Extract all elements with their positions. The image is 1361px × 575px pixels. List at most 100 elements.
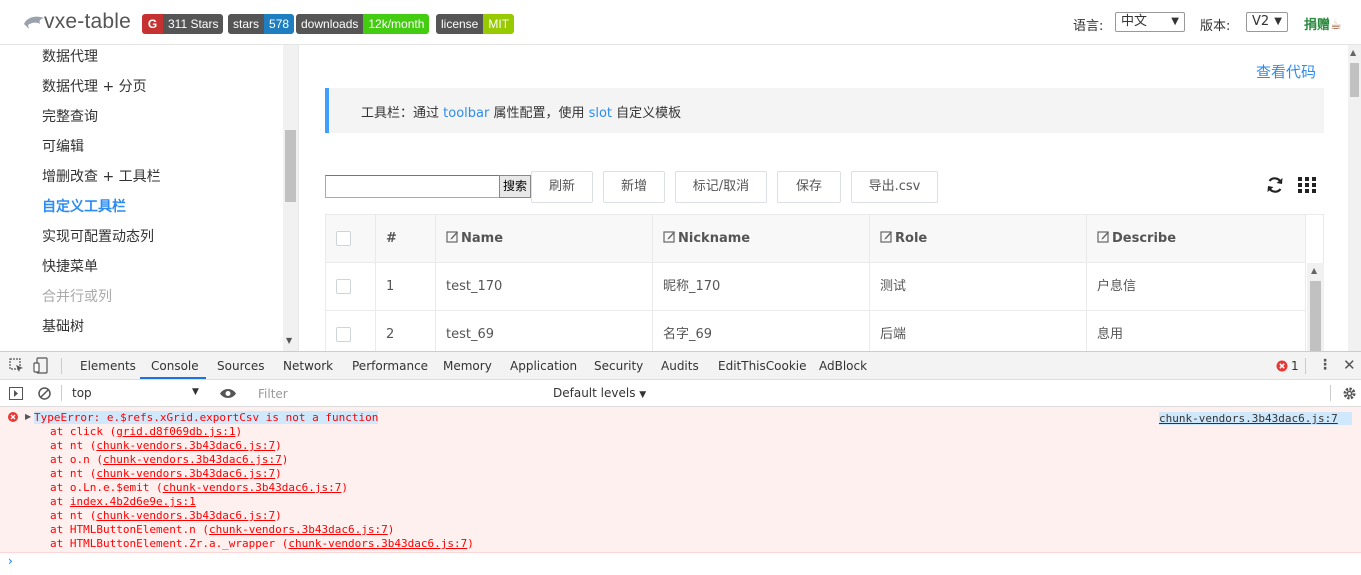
error-source-link[interactable]: chunk-vendors.3b43dac6.js:7 [1159, 412, 1352, 425]
context-select[interactable]: top ▼ [66, 383, 206, 403]
tab-security[interactable]: Security [594, 359, 643, 373]
eye-icon[interactable] [219, 388, 237, 399]
cell-nickname[interactable]: 昵称_170 [653, 263, 870, 311]
stack-link[interactable]: chunk-vendors.3b43dac6.js:7 [103, 453, 282, 466]
refresh-button[interactable]: 刷新 [531, 171, 593, 203]
select-all-checkbox[interactable] [336, 231, 351, 246]
header-nickname[interactable]: Nickname [653, 215, 870, 263]
more-options-icon[interactable]: ⋮ [1318, 357, 1332, 373]
header-role-label: Role [895, 231, 928, 246]
cell-role[interactable]: 后端 [870, 311, 1087, 351]
sidebar-item-full-query[interactable]: 完整查询 [42, 106, 98, 126]
scroll-down-arrow-icon[interactable]: ▼ [286, 336, 292, 345]
sidebar-item-crud-toolbar[interactable]: 增删改查 + 工具栏 [42, 166, 161, 186]
expand-triangle-icon[interactable]: ▶ [25, 412, 31, 421]
github-stars-badge[interactable]: G 311 Stars [142, 14, 224, 34]
console-error-message[interactable]: ▶ TypeError: e.$refs.xGrid.exportCsv is … [0, 407, 1361, 553]
stack-link[interactable]: index.4b2d6e9e.js:1 [70, 495, 196, 508]
sidebar-item-dynamic-columns[interactable]: 实现可配置动态列 [42, 226, 154, 246]
error-count[interactable]: 1 [1291, 359, 1299, 373]
row-checkbox[interactable] [336, 279, 351, 294]
tab-sources[interactable]: Sources [217, 359, 264, 373]
scroll-up-arrow-icon[interactable]: ▲ [1350, 48, 1356, 57]
grid-scroll-thumb[interactable] [1310, 281, 1321, 351]
stack-link[interactable]: chunk-vendors.3b43dac6.js:7 [96, 439, 275, 452]
close-icon[interactable]: ✕ [1343, 356, 1356, 374]
cell-name[interactable]: test_69 [436, 311, 653, 351]
cell-describe[interactable]: 息用 [1087, 311, 1306, 351]
tab-application[interactable]: Application [510, 359, 577, 373]
mark-cancel-button[interactable]: 标记/取消 [675, 171, 767, 203]
tab-adblock[interactable]: AdBlock [819, 359, 867, 373]
data-grid: # Name Nickname Role Describe 1 test_170… [325, 214, 1324, 351]
tab-audits[interactable]: Audits [661, 359, 699, 373]
sidebar-scroll-thumb[interactable] [285, 130, 296, 202]
sidebar-item-basic-tree[interactable]: 基础树 [42, 316, 84, 336]
settings-gear-icon[interactable] [1342, 386, 1357, 401]
stack-link[interactable]: chunk-vendors.3b43dac6.js:7 [96, 509, 275, 522]
cell-role[interactable]: 测试 [870, 263, 1087, 311]
grid-scrollbar[interactable]: ▲ [1307, 263, 1324, 351]
console-prompt-icon[interactable]: › [8, 554, 13, 568]
search-input[interactable] [325, 175, 500, 198]
table-row[interactable]: 1 test_170 昵称_170 测试 户息信 [326, 263, 1306, 311]
edit-icon [880, 231, 892, 243]
tab-performance[interactable]: Performance [352, 359, 428, 373]
tab-network[interactable]: Network [283, 359, 333, 373]
header-role[interactable]: Role [870, 215, 1087, 263]
header-describe[interactable]: Describe [1087, 215, 1306, 263]
filter-input[interactable]: Filter [249, 383, 545, 403]
sidebar-item-editable[interactable]: 可编辑 [42, 136, 84, 156]
dropdown-arrow-icon: ▼ [1171, 16, 1179, 27]
tab-memory[interactable]: Memory [443, 359, 492, 373]
stack-link[interactable]: chunk-vendors.3b43dac6.js:7 [288, 537, 467, 550]
sidebar-item-merge-cells[interactable]: 合并行或列 [42, 286, 112, 306]
edit-icon [446, 231, 458, 243]
sidebar-item-custom-toolbar[interactable]: 自定义工具栏 [42, 196, 126, 216]
header-name-label: Name [461, 231, 504, 246]
downloads-badge[interactable]: downloads 12k/month [296, 14, 430, 34]
stars-badge[interactable]: stars 578 [228, 14, 295, 34]
inspect-element-icon[interactable] [9, 358, 24, 373]
error-count-icon[interactable] [1276, 360, 1288, 372]
cell-describe[interactable]: 户息信 [1087, 263, 1306, 311]
cell-name[interactable]: test_170 [436, 263, 653, 311]
cell-nickname[interactable]: 名字_69 [653, 311, 870, 351]
refresh-icon[interactable] [1265, 175, 1285, 195]
sidebar-item-data-proxy-pager[interactable]: 数据代理 + 分页 [42, 76, 147, 96]
page-scrollbar[interactable]: ▲ [1348, 45, 1361, 351]
dolphin-logo-icon [24, 16, 44, 29]
license-badge[interactable]: license MIT [436, 14, 515, 34]
stack-prefix: at nt ( [50, 467, 97, 480]
stack-link[interactable]: chunk-vendors.3b43dac6.js:7 [209, 523, 388, 536]
clear-console-icon[interactable] [38, 387, 51, 400]
view-code-link[interactable]: 查看代码 [1256, 61, 1316, 82]
device-toolbar-icon[interactable] [33, 357, 49, 374]
table-row[interactable]: 2 test_69 名字_69 后端 息用 [326, 311, 1306, 351]
levels-select[interactable]: Default levels ▼ [553, 386, 646, 400]
save-button[interactable]: 保存 [777, 171, 841, 203]
tab-console[interactable]: Console [151, 359, 199, 373]
sidebar-scrollbar[interactable]: ▼ [283, 45, 298, 351]
row-checkbox[interactable] [336, 327, 351, 342]
scroll-up-arrow-icon[interactable]: ▲ [1311, 266, 1317, 275]
header-name[interactable]: Name [436, 215, 653, 263]
row-checkbox-cell [326, 311, 376, 351]
donate-link[interactable]: 捐赠☕ [1304, 14, 1342, 33]
version-select[interactable]: V2 ▼ [1246, 12, 1288, 32]
show-sidebar-icon[interactable] [9, 387, 23, 400]
search-button[interactable]: 搜索 [499, 175, 531, 198]
sidebar-item-data-proxy[interactable]: 数据代理 [42, 46, 98, 66]
stack-link[interactable]: chunk-vendors.3b43dac6.js:7 [96, 467, 275, 480]
page-scroll-thumb[interactable] [1350, 63, 1359, 97]
stack-link[interactable]: chunk-vendors.3b43dac6.js:7 [163, 481, 342, 494]
tab-editthiscookie[interactable]: EditThisCookie [718, 359, 807, 373]
language-select[interactable]: 中文 ▼ [1115, 12, 1185, 32]
column-settings-grid-icon[interactable] [1297, 175, 1317, 195]
stack-link[interactable]: grid.d8f069db.js:1 [116, 425, 235, 438]
logo[interactable]: vxe-table [22, 9, 131, 35]
add-button[interactable]: 新增 [603, 171, 665, 203]
export-csv-button[interactable]: 导出.csv [851, 171, 938, 203]
tab-elements[interactable]: Elements [80, 359, 136, 373]
sidebar-item-context-menu[interactable]: 快捷菜单 [42, 256, 98, 276]
